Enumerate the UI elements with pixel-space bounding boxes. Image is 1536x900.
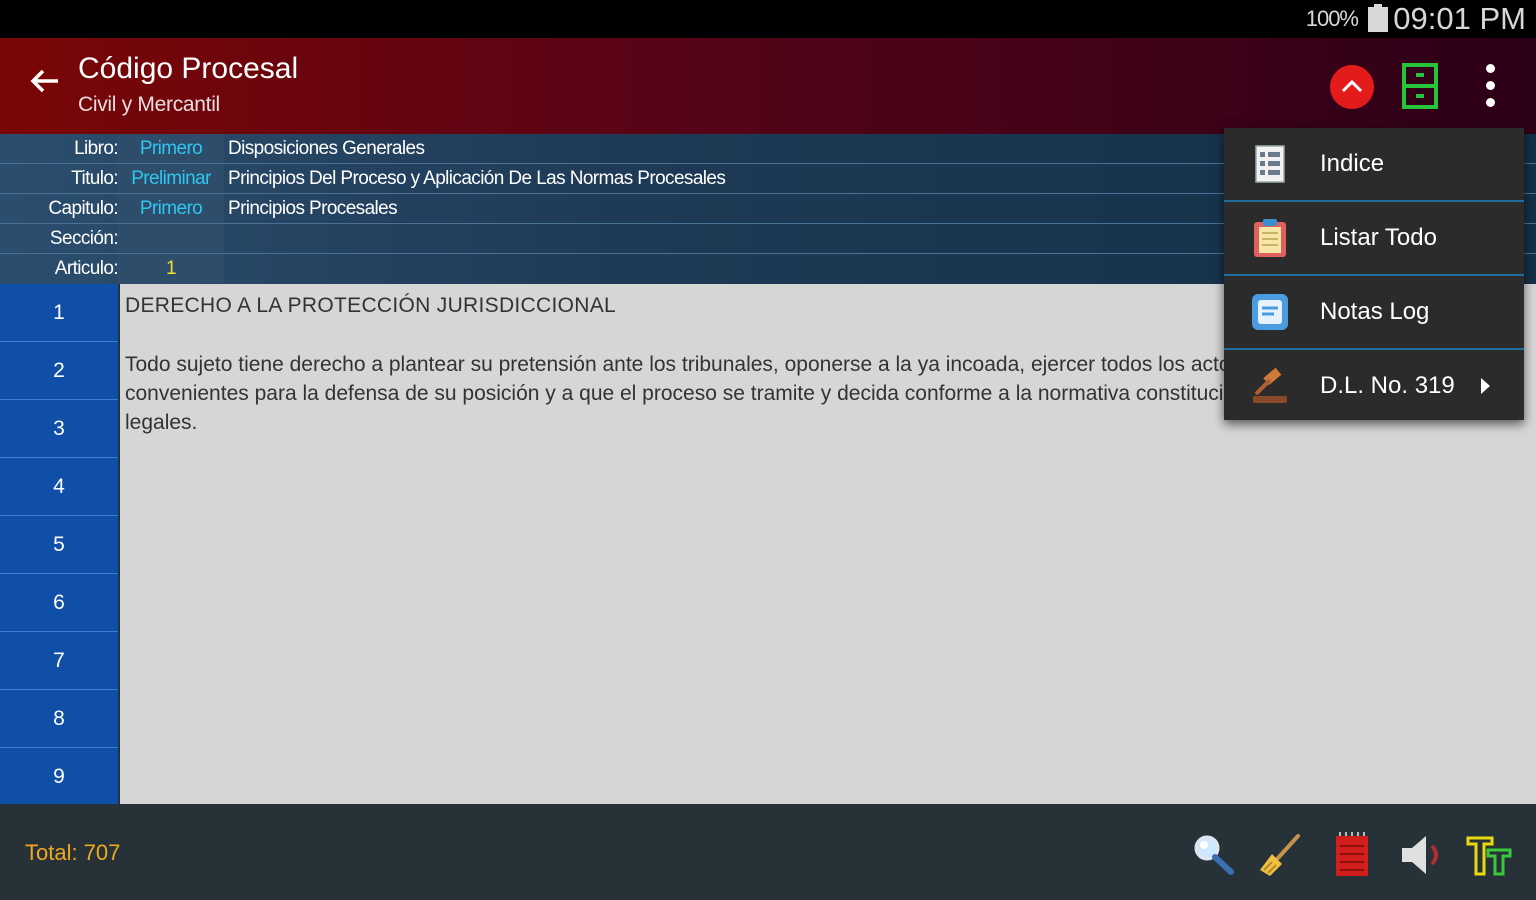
menu-label-dl-319: D.L. No. 319 (1320, 372, 1455, 399)
back-arrow-icon[interactable] (28, 64, 62, 98)
menu-item-dl-319[interactable]: D.L. No. 319 (1224, 350, 1524, 422)
bottom-toolbar: Total: 707 (0, 804, 1536, 900)
status-bar: 100% 09:01 PM (0, 0, 1536, 38)
gavel-icon (1253, 367, 1287, 403)
article-number-item[interactable]: 4 (0, 458, 118, 516)
libro-value[interactable]: Primero (118, 134, 224, 163)
menu-item-listar-todo[interactable]: Listar Todo (1224, 202, 1524, 276)
battery-icon (1368, 4, 1388, 32)
article-number-item[interactable]: 9 (0, 748, 118, 806)
titulo-description: Principios Del Proceso y Aplicación De L… (228, 168, 726, 189)
titulo-label: Titulo: (71, 168, 118, 189)
capitulo-value[interactable]: Primero (118, 194, 224, 223)
articulo-label: Articulo: (54, 258, 119, 279)
article-title: DERECHO A LA PROTECCIÓN JURISDICCIONAL (125, 294, 616, 317)
more-options-icon[interactable] (1474, 60, 1506, 112)
article-number-item[interactable]: 5 (0, 516, 118, 574)
overflow-menu: Indice Listar Todo Notas Log D.L. No. 31… (1224, 128, 1524, 420)
app-bar: Código Procesal Civil y Mercantil (0, 38, 1536, 134)
article-number-item[interactable]: 7 (0, 632, 118, 690)
capitulo-description: Principios Procesales (228, 198, 398, 219)
libro-label: Libro: (74, 138, 119, 159)
file-cabinet-icon[interactable] (1402, 63, 1438, 109)
article-number-item[interactable]: 3 (0, 400, 118, 458)
clipboard-icon (1254, 219, 1286, 257)
seccion-label: Sección: (49, 228, 119, 249)
article-number-item[interactable]: 1 (0, 284, 118, 342)
index-list-icon (1255, 145, 1285, 183)
menu-label-listar-todo: Listar Todo (1320, 224, 1437, 251)
clock: 09:01 PM (1393, 1, 1526, 36)
total-count: Total: 707 (25, 840, 121, 865)
app-subtitle: Civil y Mercantil (78, 93, 220, 116)
text-size-icon[interactable] (1466, 832, 1512, 878)
broom-icon[interactable] (1258, 832, 1304, 878)
capitulo-label: Capitulo: (48, 198, 118, 219)
notes-icon (1252, 294, 1288, 330)
menu-item-notas-log[interactable]: Notas Log (1224, 276, 1524, 350)
scroll-up-button[interactable] (1330, 65, 1374, 109)
article-number-item[interactable]: 2 (0, 342, 118, 400)
app-title: Código Procesal (78, 52, 299, 85)
libro-description: Disposiciones Generales (228, 138, 425, 159)
battery-percent: 100% (1305, 6, 1359, 31)
article-number-item[interactable]: 6 (0, 574, 118, 632)
submenu-arrow-icon (1481, 378, 1490, 394)
articulo-value[interactable]: 1 (118, 254, 224, 283)
titulo-value[interactable]: Preliminar (118, 164, 224, 193)
notepad-icon[interactable] (1330, 832, 1376, 878)
article-number-item[interactable]: 8 (0, 690, 118, 748)
menu-item-indice[interactable]: Indice (1224, 128, 1524, 202)
chevron-up-icon (1341, 79, 1363, 93)
search-icon[interactable] (1190, 832, 1236, 878)
menu-label-indice: Indice (1320, 150, 1385, 177)
menu-label-notas-log: Notas Log (1320, 298, 1430, 325)
article-number-list: 1 2 3 4 5 6 7 8 9 (0, 284, 118, 806)
speaker-icon[interactable] (1398, 832, 1444, 878)
seccion-value[interactable] (118, 224, 224, 253)
